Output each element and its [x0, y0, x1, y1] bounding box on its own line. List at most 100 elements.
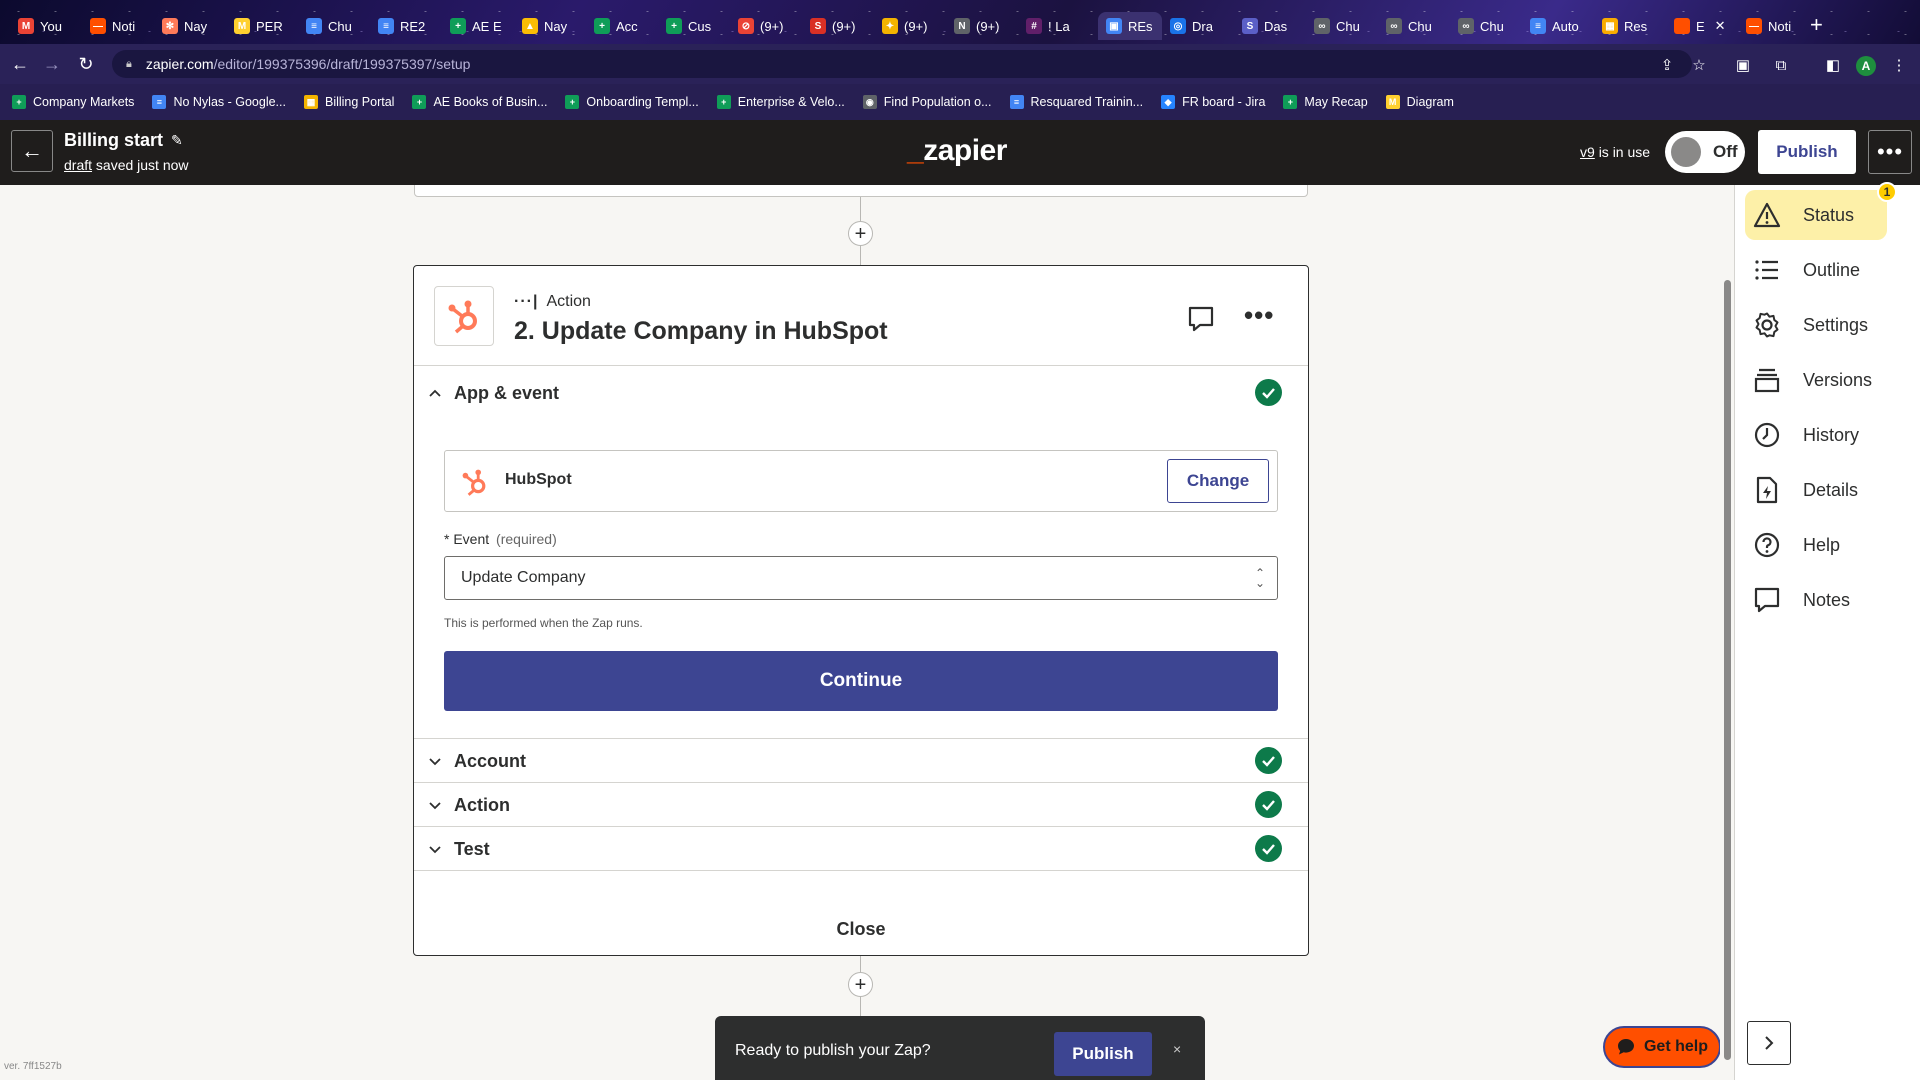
browser-tab[interactable]: ∞ Chu [1458, 12, 1522, 40]
browser-tab[interactable]: N (9+) [954, 12, 1018, 40]
browser-tab[interactable]: M PER [234, 12, 298, 40]
browser-tab[interactable]: ▲ Nay [522, 12, 586, 40]
tab-label: Nay [184, 18, 208, 34]
sidebar-item-notes[interactable]: Notes [1745, 575, 1887, 625]
bookmark-item[interactable]: M Diagram [1385, 95, 1454, 109]
bookmark-item[interactable]: ◉ Find Population o... [862, 95, 992, 109]
browser-tab[interactable]: # ! La [1026, 12, 1090, 40]
get-help-button[interactable]: Get help [1603, 1026, 1720, 1068]
sidebar-item-help[interactable]: Help [1745, 520, 1887, 570]
browser-tab[interactable]: ▣ REs [1098, 12, 1162, 40]
sidepanel-icon[interactable]: ◧ [1823, 56, 1843, 76]
bookmark-item[interactable]: ◆ FR board - Jira [1161, 95, 1265, 109]
bookmark-item[interactable]: ≡ Resquared Trainin... [1009, 95, 1143, 109]
zap-on-off-toggle[interactable]: Off [1665, 131, 1745, 173]
section-app-event-header[interactable]: App & event [428, 366, 559, 420]
browser-tab[interactable]: ∞ Chu [1386, 12, 1450, 40]
close-step-button[interactable]: Close [414, 903, 1308, 955]
bookmark-item[interactable]: + Onboarding Templ... [565, 95, 699, 109]
comment-icon[interactable] [1186, 304, 1216, 334]
back-arrow-icon[interactable]: ← [4, 48, 36, 80]
event-select[interactable]: Update Company ⌃ ⌄ [444, 556, 1278, 600]
chevron-down-icon [429, 758, 441, 766]
step-type-label: Action [546, 293, 591, 310]
version-link[interactable]: v9 [1580, 144, 1595, 160]
pencil-icon[interactable]: ✎ [171, 132, 183, 149]
sidebar-item-status[interactable]: Status 1 [1745, 182, 1897, 240]
browser-tab[interactable]: — Noti [90, 12, 154, 40]
draft-link[interactable]: draft [64, 157, 92, 173]
browser-tab[interactable]: ⊘ (9+) [738, 12, 802, 40]
continue-button[interactable]: Continue [444, 651, 1278, 711]
bookmark-item[interactable]: + Enterprise & Velo... [716, 95, 845, 109]
add-step-button[interactable]: + [848, 221, 873, 246]
browser-tab[interactable]: ≡ Chu [306, 12, 370, 40]
scrollbar-thumb[interactable] [1724, 280, 1731, 1060]
browser-tab[interactable]: ▦ Res [1602, 12, 1666, 40]
bookmark-item[interactable]: ▦ Billing Portal [303, 95, 394, 109]
expand-sidebar-button[interactable] [1747, 1021, 1791, 1065]
change-app-button[interactable]: Change [1167, 459, 1269, 503]
extension-icon[interactable]: ▣ [1733, 56, 1753, 76]
version-status: v9 is in use [1580, 144, 1650, 160]
miro-icon: M [234, 18, 250, 34]
browser-tab[interactable]: ◎ Dra [1170, 12, 1234, 40]
hubspot-icon: ✻ [162, 18, 178, 34]
browser-tab[interactable]: ≡ Auto [1530, 12, 1594, 40]
profile-avatar[interactable]: A [1856, 56, 1876, 76]
sidebar-item-settings[interactable]: Settings [1745, 300, 1887, 350]
browser-tab[interactable]: ≡ RE2 [378, 12, 442, 40]
browser-tab[interactable]: S Das [1242, 12, 1306, 40]
zap-title[interactable]: Billing start ✎ [64, 130, 183, 151]
tab-label: (9+) [760, 18, 784, 34]
share-icon[interactable]: ⇪ [1657, 56, 1677, 76]
browser-tab[interactable]: + Acc [594, 12, 658, 40]
previous-step-card[interactable] [414, 185, 1308, 197]
browser-tab[interactable]: + AE E [450, 12, 514, 40]
sidebar-item-versions[interactable]: Versions [1745, 355, 1887, 405]
sidebar-item-details[interactable]: Details [1745, 465, 1887, 515]
browser-menu-icon[interactable]: ⋮ [1889, 56, 1909, 76]
url-bar[interactable]: 🔒︎ zapier.com/editor/199375396/draft/199… [112, 50, 1692, 78]
plus-icon: + [854, 222, 867, 245]
bookmark-star-icon[interactable]: ☆ [1689, 56, 1709, 76]
bookmark-item[interactable]: + AE Books of Busin... [412, 95, 547, 109]
tab-label: Chu [1336, 18, 1360, 34]
drive-icon: ▲ [522, 18, 538, 34]
sidebar-item-outline[interactable]: Outline [1745, 245, 1887, 295]
browser-tab[interactable]: ✦ (9+) [882, 12, 946, 40]
publish-button[interactable]: Publish [1758, 130, 1856, 174]
close-icon[interactable]: × [1173, 1041, 1181, 1057]
puzzle-icon[interactable]: ⧉ [1771, 56, 1791, 76]
browser-tab[interactable]: E ✕ [1674, 12, 1738, 40]
step-title[interactable]: 2. Update Company in HubSpot [514, 317, 888, 346]
link-icon: ∞ [1458, 18, 1474, 34]
sidebar-item-history[interactable]: History [1745, 410, 1887, 460]
forward-arrow-icon[interactable]: → [36, 48, 68, 80]
back-button[interactable]: ← [11, 130, 53, 172]
step-more-icon[interactable]: ••• [1244, 300, 1274, 331]
zapier-logo[interactable]: _zapier [907, 134, 1007, 168]
browser-tab[interactable]: — Noti [1746, 12, 1810, 40]
add-step-button[interactable]: + [848, 972, 873, 997]
section-test[interactable]: Test [414, 827, 1308, 871]
tab-label: E [1696, 18, 1705, 34]
browser-tab[interactable]: M You [18, 12, 82, 40]
toast-publish-button[interactable]: Publish [1054, 1032, 1152, 1076]
more-options-button[interactable]: ••• [1868, 130, 1912, 174]
bookmark-item[interactable]: ≡ No Nylas - Google... [152, 95, 286, 109]
section-action[interactable]: Action [414, 783, 1308, 827]
sos-icon: S [810, 18, 826, 34]
browser-tab[interactable]: ✻ Nay [162, 12, 226, 40]
browser-tab[interactable]: + Cus [666, 12, 730, 40]
canvas-scrollbar[interactable] [1720, 185, 1734, 1080]
bookmark-item[interactable]: + Company Markets [12, 95, 134, 109]
close-tab-icon[interactable]: ✕ [1715, 18, 1726, 34]
browser-tab[interactable]: ∞ Chu [1314, 12, 1378, 40]
bookmark-item[interactable]: + May Recap [1283, 95, 1368, 109]
browser-tab[interactable]: S (9+) [810, 12, 874, 40]
new-tab-button[interactable]: + [1810, 14, 1823, 36]
app-name: HubSpot [505, 471, 572, 488]
reload-icon[interactable]: ↻ [70, 48, 102, 80]
section-account[interactable]: Account [414, 739, 1308, 783]
